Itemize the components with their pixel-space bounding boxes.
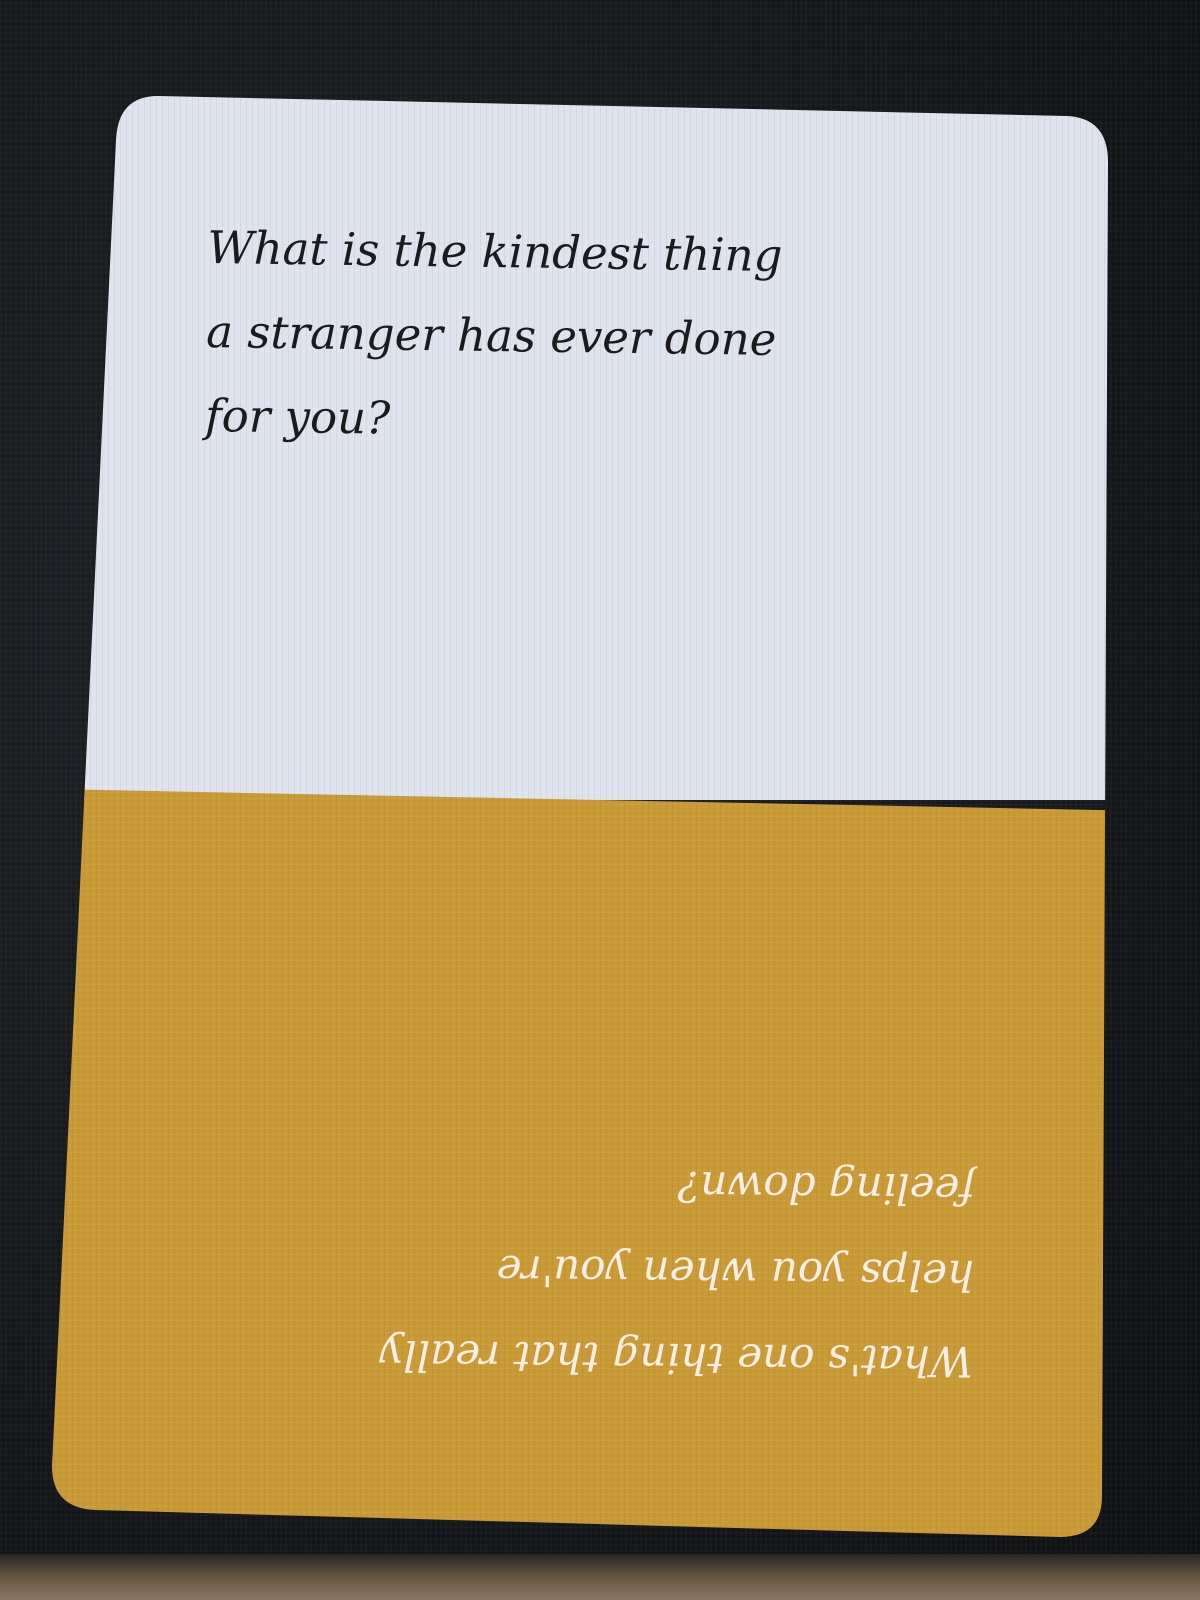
question-card: What is the kindest thing a stranger has… — [0, 0, 1200, 1600]
bottom-question-upside-down: What's one thing that really helps you w… — [379, 1161, 976, 1386]
top-question: What is the kindest thing a stranger has… — [204, 220, 783, 445]
